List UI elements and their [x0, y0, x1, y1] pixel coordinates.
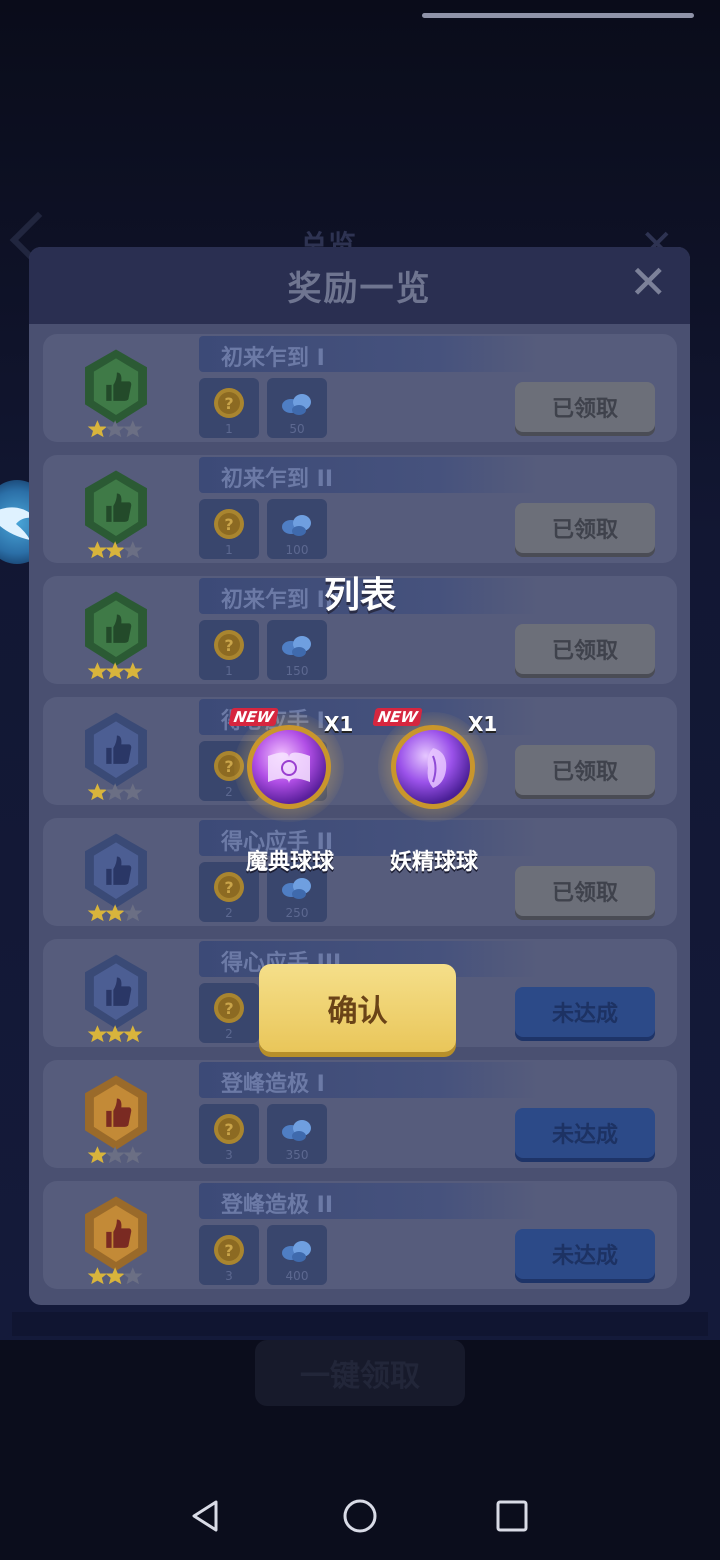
reward-row: 初来乍到 I ? 1 50 已领取 — [43, 334, 677, 442]
mystery-coin-icon: ? — [214, 630, 244, 660]
back-triangle-icon[interactable] — [176, 1486, 236, 1546]
modal-header: 奖励一览 ✕ — [29, 247, 690, 324]
svg-text:?: ? — [224, 1241, 233, 1260]
achievement-badge-icon — [85, 833, 147, 922]
achievement-badge-icon — [85, 954, 147, 1043]
row-title: 初来乍到 I — [221, 346, 325, 371]
reward-slot-gem: 400 — [267, 1225, 327, 1285]
recents-square-icon[interactable] — [482, 1486, 542, 1546]
reward-slot-gem: 350 — [267, 1104, 327, 1164]
new-tag: NEW — [228, 708, 279, 726]
reward-item-butterfly-orb: NEW X1 妖精球球 — [372, 708, 524, 878]
reward-slot-mystery: ? 3 — [199, 1225, 259, 1285]
mystery-coin-icon: ? — [214, 1114, 244, 1144]
reward-count: 2 — [225, 1027, 233, 1041]
svg-text:?: ? — [224, 515, 233, 534]
reward-row: 初来乍到 II ? 1 100 已领取 — [43, 455, 677, 563]
svg-text:?: ? — [224, 999, 233, 1018]
reward-count: 3 — [225, 1148, 233, 1162]
reward-slot-mystery: ? 3 — [199, 1104, 259, 1164]
achievement-badge-icon — [85, 1075, 147, 1164]
svg-text:?: ? — [224, 394, 233, 413]
gem-pile-icon — [282, 394, 311, 415]
new-tag: NEW — [372, 708, 423, 726]
svg-text:?: ? — [224, 636, 233, 655]
reward-slot-mystery: ? 2 — [199, 983, 259, 1043]
row-status-button[interactable]: 未达成 — [515, 987, 655, 1037]
home-circle-icon[interactable] — [330, 1486, 390, 1546]
achievement-badge-icon — [85, 1196, 147, 1285]
reward-count: 50 — [289, 422, 305, 436]
reward-count: 1 — [225, 422, 233, 436]
achievement-badge-icon — [85, 712, 147, 801]
reward-count: 400 — [285, 1269, 309, 1283]
modal-title: 奖励一览 — [287, 269, 432, 309]
spellbook-orb-icon — [247, 725, 331, 809]
row-status-button[interactable]: 未达成 — [515, 1229, 655, 1279]
achievement-badge-icon — [85, 470, 147, 559]
close-icon[interactable]: ✕ — [629, 255, 668, 309]
mystery-coin-icon: ? — [214, 1235, 244, 1265]
mystery-coin-icon: ? — [214, 388, 244, 418]
svg-text:?: ? — [224, 757, 233, 776]
reward-slot-gem: 100 — [267, 499, 327, 559]
reward-count: 2 — [225, 906, 233, 920]
reward-count: 150 — [285, 664, 309, 678]
confirm-button[interactable]: 确认 — [259, 964, 456, 1052]
mystery-coin-icon: ? — [214, 993, 244, 1023]
item-quantity: X1 — [324, 712, 354, 736]
reward-row: 登峰造极 I ? 3 350 未达成 — [43, 1060, 677, 1168]
mystery-coin-icon: ? — [214, 509, 244, 539]
row-status-button[interactable]: 已领取 — [515, 745, 655, 795]
item-name: 魔典球球 — [245, 850, 334, 875]
reward-count: 250 — [285, 906, 309, 920]
reward-slot-mystery: ? 1 — [199, 378, 259, 438]
gem-pile-icon — [282, 1120, 311, 1141]
achievement-badge-icon — [85, 349, 147, 438]
row-title: 初来乍到 II — [221, 467, 334, 492]
reward-slot-mystery: ? 1 — [199, 620, 259, 680]
reward-count: 3 — [225, 1269, 233, 1283]
reward-count: 1 — [225, 543, 233, 557]
gem-pile-icon — [282, 636, 311, 657]
row-status-button[interactable]: 已领取 — [515, 382, 655, 432]
row-status-button[interactable]: 已领取 — [515, 503, 655, 553]
reward-row: 登峰造极 II ? 3 400 未达成 — [43, 1181, 677, 1289]
status-handle — [422, 13, 694, 18]
item-name: 妖精球球 — [389, 850, 478, 875]
row-status-button[interactable]: 已领取 — [515, 866, 655, 916]
row-status-button[interactable]: 已领取 — [515, 624, 655, 674]
system-nav-bar — [0, 1470, 720, 1560]
background-claim-all-button: 一键领取 — [255, 1340, 465, 1406]
reward-count: 1 — [225, 664, 233, 678]
row-status-button[interactable]: 未达成 — [515, 1108, 655, 1158]
gem-pile-icon — [282, 1241, 311, 1262]
row-title: 登峰造极 I — [221, 1072, 325, 1097]
reward-slot-gem: 50 — [267, 378, 327, 438]
item-quantity: X1 — [468, 712, 498, 736]
reward-count: 350 — [285, 1148, 309, 1162]
svg-text:?: ? — [224, 878, 233, 897]
butterfly-orb-icon — [391, 725, 475, 809]
background-strip — [12, 1312, 708, 1336]
svg-text:?: ? — [224, 1120, 233, 1139]
reward-count: 100 — [285, 543, 309, 557]
popup-title: 列表 — [323, 575, 396, 616]
reward-slot-mystery: ? 1 — [199, 499, 259, 559]
row-title: 登峰造极 II — [221, 1193, 334, 1218]
gem-pile-icon — [282, 515, 311, 536]
reward-slot-gem: 150 — [267, 620, 327, 680]
